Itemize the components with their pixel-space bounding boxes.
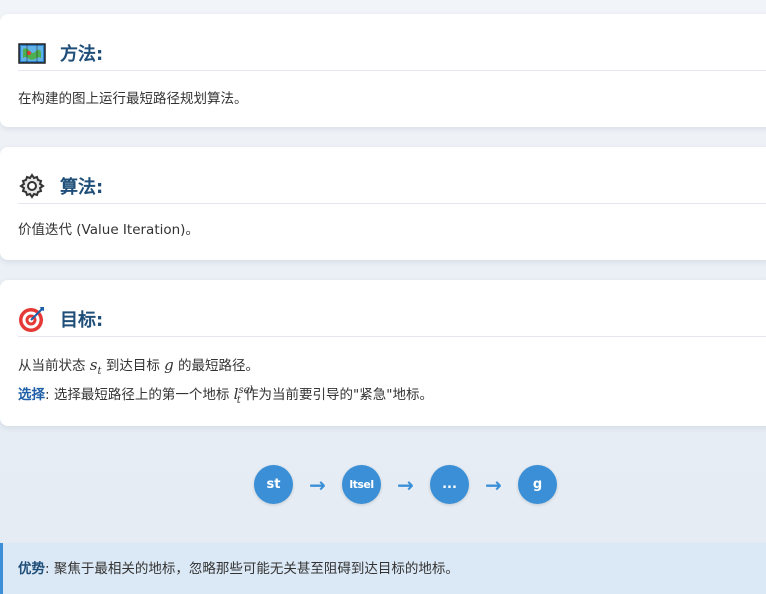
- map-icon: [18, 39, 46, 67]
- flow-node-state: st: [254, 465, 293, 504]
- path-flow: st → ltsel → ... → g: [254, 465, 557, 504]
- gear-icon: [18, 172, 46, 200]
- advantage-box: 优势: 聚焦于最相关的地标，忽略那些可能无关甚至阻碍到达目标的地标。: [0, 543, 766, 594]
- algorithm-card: 算法: 价值迭代 (Value Iteration)。: [0, 147, 766, 260]
- goal-header: 目标:: [18, 302, 766, 337]
- method-title: 方法:: [60, 44, 104, 65]
- selection-label: 选择: [18, 387, 45, 403]
- advantage-text: 优势: 聚焦于最相关的地标，忽略那些可能无关甚至阻碍到达目标的地标。: [18, 561, 459, 577]
- method-card: 方法: 在构建的图上运行最短路径规划算法。: [0, 14, 766, 127]
- method-header: 方法:: [18, 36, 766, 71]
- landmark-symbol: lselt: [233, 385, 253, 406]
- flow-arrow: →: [485, 472, 502, 497]
- goal-line-2: 选择: 选择最短路径上的第一个地标 lselt 作为当前要引导的"紧急"地标。: [18, 385, 433, 406]
- flow-node-landmark: ltsel: [342, 465, 381, 504]
- target-icon: [18, 305, 46, 333]
- state-symbol: st: [89, 356, 102, 377]
- goal-card: 目标: 从当前状态 st 到达目标 g 的最短路径。 选择: 选择最短路径上的第…: [0, 280, 766, 426]
- flow-arrow: →: [309, 472, 326, 497]
- algorithm-text: 价值迭代 (Value Iteration)。: [18, 222, 199, 238]
- goal-title: 目标:: [60, 310, 104, 331]
- flow-node-goal: g: [518, 465, 557, 504]
- goal-symbol: g: [164, 356, 174, 374]
- flow-node-ellipsis: ...: [430, 465, 469, 504]
- flow-arrow: →: [397, 472, 414, 497]
- algorithm-header: 算法:: [18, 169, 766, 204]
- algorithm-title: 算法:: [60, 177, 104, 198]
- method-text: 在构建的图上运行最短路径规划算法。: [18, 91, 248, 107]
